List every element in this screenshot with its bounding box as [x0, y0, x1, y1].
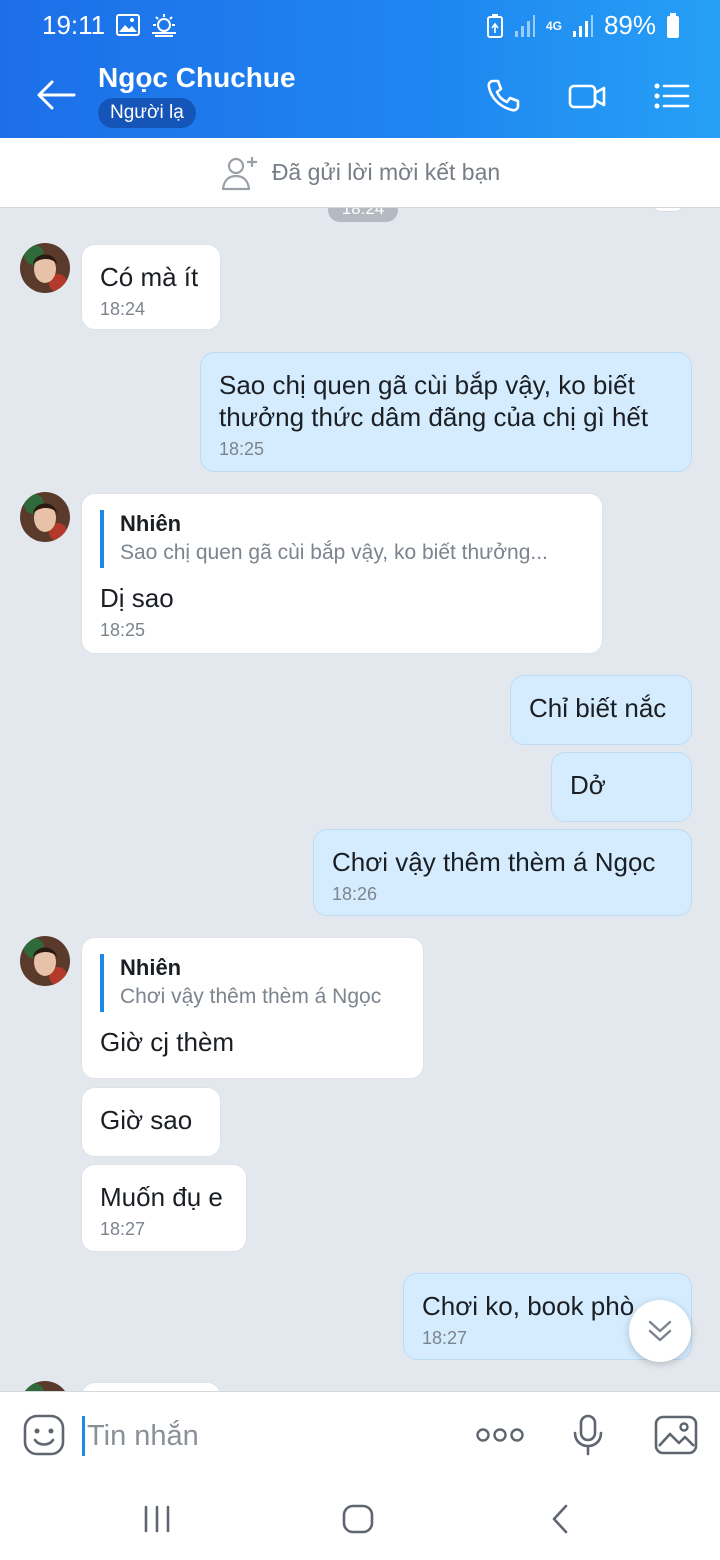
message-text-line: thưởng thức dâm đãng của chị gì hết [219, 402, 649, 432]
gallery-icon [116, 14, 140, 36]
message-bubble[interactable]: Sao chị quen gã cùi bắp vậy, ko biết thư… [200, 352, 692, 472]
message-time: 18:26 [332, 884, 378, 904]
quote-author: Nhiên [120, 955, 182, 980]
message-text: Chơi vậy thêm thèm á Ngọc [332, 847, 656, 877]
avatar[interactable] [20, 492, 70, 542]
message-bubble[interactable]: Chỉ biết nắc [510, 675, 692, 745]
message-bubble[interactable] [81, 1382, 221, 1391]
message-time: 18:25 [219, 439, 265, 459]
message-input[interactable] [82, 1416, 382, 1456]
video-call-icon[interactable] [567, 78, 607, 114]
message-time: 18:27 [100, 1219, 146, 1239]
signal-icon-2 [572, 14, 593, 37]
message-text: Có mà ít [100, 262, 199, 292]
more-options-icon[interactable] [476, 1426, 524, 1444]
system-nav-bar [0, 1479, 720, 1560]
chat-area[interactable]: 18:24 Có mà ít 18:24 Sao chị quen gã cùi… [0, 208, 720, 1391]
message-text-line: Sao chị quen gã cùi bắp vậy, ko biết [219, 370, 635, 400]
home-icon[interactable] [340, 1501, 376, 1537]
message-text: Muốn đụ e [100, 1182, 223, 1212]
quote-author: Nhiên [120, 511, 182, 536]
sticker-emoji-icon[interactable] [22, 1413, 66, 1457]
message-text: Giờ cj thèm [100, 1027, 235, 1057]
quote-text: Sao chị quen gã cùi bắp vậy, ko biết thư… [120, 541, 548, 564]
message-text: Chỉ biết nắc [529, 693, 667, 723]
message-bubble[interactable]: Giờ sao [81, 1087, 221, 1157]
avatar[interactable] [20, 243, 70, 293]
add-friend-icon [221, 156, 257, 190]
avatar[interactable] [20, 936, 70, 986]
stranger-badge: Người lạ [98, 98, 196, 128]
image-gallery-icon[interactable] [653, 1414, 699, 1456]
time-chip: 18:24 [328, 208, 398, 222]
recent-apps-icon[interactable] [142, 1501, 172, 1537]
status-time: 19:11 [42, 10, 106, 40]
network-type: 4G [545, 18, 562, 33]
scroll-to-bottom-button[interactable] [629, 1300, 691, 1362]
partial-bubble [650, 208, 686, 212]
friend-request-bar[interactable]: Đã gửi lời mời kết bạn [0, 138, 720, 208]
reply-message-bubble[interactable]: Nhiên Sao chị quen gã cùi bắp vậy, ko bi… [81, 493, 603, 654]
message-time: 18:24 [100, 299, 146, 319]
friend-request-text: Đã gửi lời mời kết bạn [271, 159, 501, 185]
battery-saver-icon [486, 13, 503, 38]
phone-call-icon[interactable] [484, 78, 524, 114]
menu-list-icon[interactable] [652, 78, 692, 114]
message-bubble[interactable]: Có mà ít 18:24 [81, 244, 221, 330]
message-time: 18:25 [100, 620, 146, 640]
quote-text: Chơi vậy thêm thèm á Ngọc [120, 985, 382, 1008]
weather-icon [152, 14, 176, 37]
back-nav-icon[interactable] [546, 1501, 574, 1537]
message-text: Giờ sao [100, 1105, 193, 1135]
signal-icon [514, 14, 535, 37]
battery-percent: 89% [603, 10, 656, 40]
message-bubble[interactable]: Dở [551, 752, 692, 822]
message-text: Dở [570, 770, 606, 800]
message-bubble[interactable]: Muốn đụ e 18:27 [81, 1164, 247, 1252]
status-bar: 19:11 4G 89% [0, 0, 720, 52]
message-input-bar [0, 1391, 720, 1479]
message-text: Dị sao [100, 583, 174, 613]
message-bubble[interactable]: Chơi vậy thêm thèm á Ngọc 18:26 [313, 829, 692, 916]
quoted-message[interactable]: Nhiên Sao chị quen gã cùi bắp vậy, ko bi… [100, 510, 584, 568]
back-arrow-icon[interactable] [34, 76, 78, 114]
chat-header: Ngọc Chuchue Người lạ [0, 52, 720, 138]
contact-name[interactable]: Ngọc Chuchue [98, 62, 296, 94]
microphone-icon[interactable] [572, 1414, 604, 1456]
reply-message-bubble[interactable]: Nhiên Chơi vậy thêm thèm á Ngọc Giờ cj t… [81, 937, 424, 1079]
avatar[interactable] [20, 1381, 70, 1391]
battery-icon [667, 12, 679, 38]
quoted-message[interactable]: Nhiên Chơi vậy thêm thèm á Ngọc [100, 954, 405, 1012]
double-chevron-down-icon [648, 1320, 672, 1342]
